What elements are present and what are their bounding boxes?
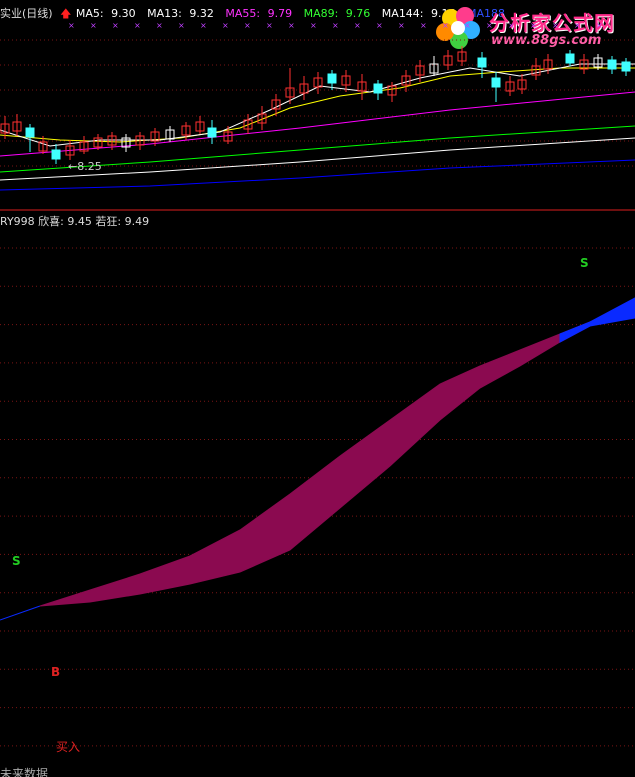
cross-marker: × xyxy=(398,21,405,30)
cross-marker: × xyxy=(156,21,163,30)
cross-marker: × xyxy=(310,21,317,30)
cross-marker: × xyxy=(266,21,273,30)
ribbon-magenta xyxy=(39,321,591,607)
cross-marker: × xyxy=(354,21,361,30)
signal-buy: 买入 xyxy=(56,740,81,754)
candle-body xyxy=(621,61,631,72)
cross-marker: × xyxy=(68,21,75,30)
candle-body xyxy=(25,127,35,138)
ribbon-blue-right xyxy=(559,297,635,343)
future-data-label: 未来数据 xyxy=(0,767,49,777)
cross-marker: × xyxy=(420,21,427,30)
cross-marker: × xyxy=(486,21,493,30)
candle-body xyxy=(607,59,617,70)
candle-body xyxy=(565,53,575,64)
signal-b: B xyxy=(51,665,61,679)
cross-marker: × xyxy=(178,21,185,30)
candle-body xyxy=(327,73,337,84)
cross-marker: × xyxy=(332,21,339,30)
cross-marker: × xyxy=(508,21,515,30)
cross-marker: × xyxy=(200,21,207,30)
ma144-line xyxy=(0,137,635,181)
cross-marker: × xyxy=(552,21,559,30)
cross-marker: × xyxy=(530,21,537,30)
cross-marker: × xyxy=(574,21,581,30)
candle-body xyxy=(373,83,383,94)
cross-marker: × xyxy=(596,21,603,30)
chart-window: { "header": { "stock": "实业(日线)", "ma5_la… xyxy=(0,0,635,777)
candle-body xyxy=(207,127,217,138)
ribbon-blue-left xyxy=(0,605,41,621)
cross-marker: × xyxy=(244,21,251,30)
signal-s-right: S xyxy=(580,256,589,270)
candle-body xyxy=(51,149,61,160)
candle-body xyxy=(477,57,487,68)
cross-marker: × xyxy=(222,21,229,30)
cross-marker: × xyxy=(442,21,449,30)
cross-marker: × xyxy=(134,21,141,30)
cross-marker: × xyxy=(112,21,119,30)
chart-canvas: × × × × × × × × × × × × × × × × × × × × × × × × × xyxy=(0,21,635,747)
cross-marker: × xyxy=(464,21,471,30)
cross-marker: × xyxy=(90,21,97,30)
cross-marker: × xyxy=(376,21,383,30)
signal-s-left: S xyxy=(12,554,21,568)
low-price-label: ←8.25 xyxy=(68,160,102,173)
candle-body xyxy=(491,77,501,88)
cross-marker: × xyxy=(288,21,295,30)
